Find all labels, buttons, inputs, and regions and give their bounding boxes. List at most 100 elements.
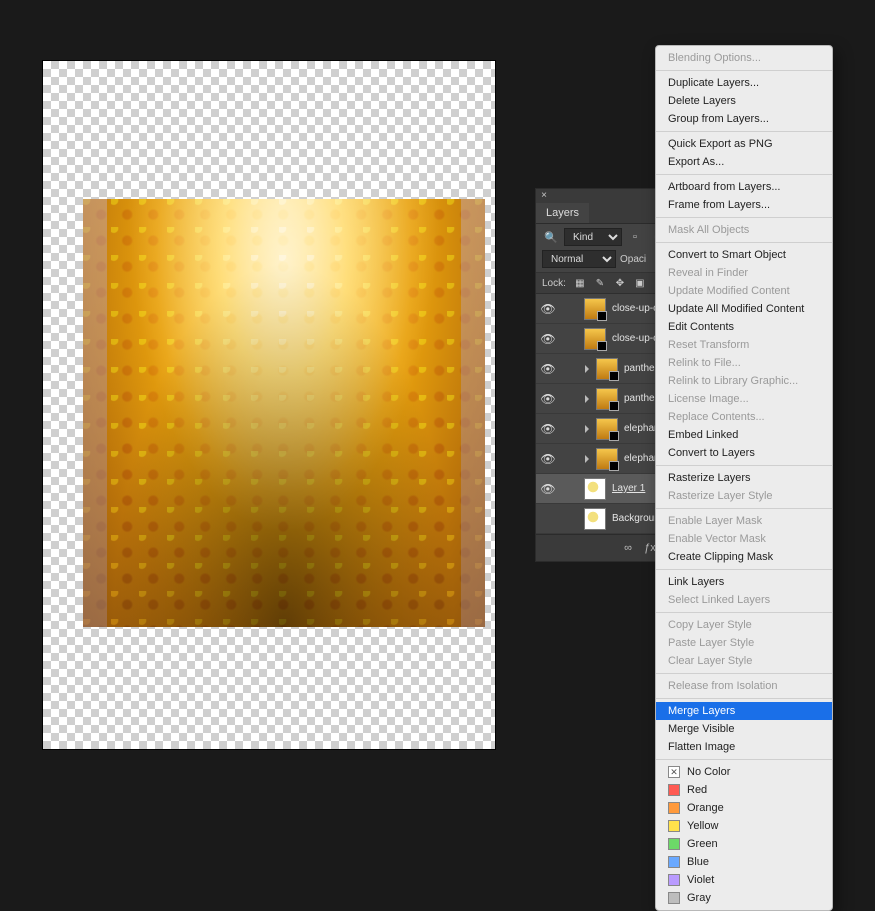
color-swatch [668, 820, 680, 832]
visibility-toggle[interactable]: 👁 [540, 482, 556, 496]
menu-color-item[interactable]: Violet [656, 871, 832, 889]
lock-transparency-icon[interactable]: ▦ [572, 275, 588, 291]
document-canvas[interactable] [42, 60, 496, 750]
color-label: Yellow [687, 819, 718, 833]
lock-label: Lock: [542, 278, 566, 289]
menu-item: Reveal in Finder [656, 264, 832, 282]
layer-context-menu: Blending Options... Duplicate Layers...De… [655, 45, 833, 911]
menu-item: Enable Layer Mask [656, 512, 832, 530]
menu-item: Relink to File... [656, 354, 832, 372]
color-label: Green [687, 837, 718, 851]
menu-item: Blending Options... [656, 49, 832, 67]
menu-item[interactable]: Update All Modified Content [656, 300, 832, 318]
menu-item[interactable]: Convert to Smart Object [656, 246, 832, 264]
layer-thumbnail[interactable] [584, 508, 606, 530]
menu-item[interactable]: Create Clipping Mask [656, 548, 832, 566]
filter-kind-select[interactable]: Kind [564, 228, 622, 246]
layer-thumbnail[interactable] [596, 358, 618, 380]
visibility-toggle[interactable]: 👁 [540, 392, 556, 406]
menu-separator [656, 242, 832, 243]
menu-separator [656, 70, 832, 71]
artwork-edge-left [83, 199, 107, 627]
color-label: No Color [687, 765, 730, 779]
menu-item: Mask All Objects [656, 221, 832, 239]
menu-color-item[interactable]: Orange [656, 799, 832, 817]
menu-item: Enable Vector Mask [656, 530, 832, 548]
menu-item: License Image... [656, 390, 832, 408]
artwork-edge-right [461, 199, 485, 627]
tab-layers[interactable]: Layers [536, 203, 589, 223]
kind-filter-pixel-icon[interactable]: ▫ [626, 228, 644, 246]
menu-color-item[interactable]: Blue [656, 853, 832, 871]
link-layers-icon[interactable]: ∞ [620, 540, 636, 556]
menu-separator [656, 465, 832, 466]
layer-thumbnail[interactable] [596, 388, 618, 410]
color-swatch [668, 802, 680, 814]
color-label: Blue [687, 855, 709, 869]
color-swatch [668, 766, 680, 778]
visibility-toggle[interactable]: 👁 [540, 362, 556, 376]
color-label: Gray [687, 891, 711, 905]
menu-item[interactable]: Rasterize Layers [656, 469, 832, 487]
menu-separator [656, 131, 832, 132]
color-label: Orange [687, 801, 724, 815]
visibility-toggle[interactable]: 👁 [540, 302, 556, 316]
menu-item: Release from Isolation [656, 677, 832, 695]
menu-item[interactable]: Flatten Image [656, 738, 832, 756]
color-label: Violet [687, 873, 714, 887]
menu-separator [656, 759, 832, 760]
menu-separator [656, 174, 832, 175]
lock-artboard-icon[interactable]: ▣ [632, 275, 648, 291]
visibility-toggle[interactable]: 👁 [540, 332, 556, 346]
layer-thumbnail[interactable] [596, 418, 618, 440]
layer-thumbnail[interactable] [584, 478, 606, 500]
visibility-toggle[interactable]: 👁 [540, 452, 556, 466]
menu-separator [656, 569, 832, 570]
menu-item[interactable]: Embed Linked [656, 426, 832, 444]
menu-separator [656, 508, 832, 509]
menu-item[interactable]: Edit Contents [656, 318, 832, 336]
menu-item[interactable]: Quick Export as PNG [656, 135, 832, 153]
visibility-toggle[interactable]: 👁 [540, 422, 556, 436]
menu-item[interactable]: Group from Layers... [656, 110, 832, 128]
menu-item: Clear Layer Style [656, 652, 832, 670]
color-swatch [668, 856, 680, 868]
menu-color-item[interactable]: Yellow [656, 817, 832, 835]
menu-item: Select Linked Layers [656, 591, 832, 609]
menu-separator [656, 698, 832, 699]
menu-item[interactable]: Convert to Layers [656, 444, 832, 462]
menu-separator [656, 217, 832, 218]
lock-position-icon[interactable]: ✥ [612, 275, 628, 291]
menu-color-item[interactable]: Green [656, 835, 832, 853]
menu-item[interactable]: Artboard from Layers... [656, 178, 832, 196]
menu-color-item[interactable]: Gray [656, 889, 832, 907]
layer-thumbnail[interactable] [584, 328, 606, 350]
menu-color-item[interactable]: No Color [656, 763, 832, 781]
close-icon[interactable]: × [539, 191, 549, 201]
opacity-label: Opaci [620, 254, 646, 265]
color-swatch [668, 784, 680, 796]
menu-item: Rasterize Layer Style [656, 487, 832, 505]
layer-thumbnail[interactable] [584, 298, 606, 320]
artwork-image [83, 199, 485, 627]
menu-item[interactable]: Duplicate Layers... [656, 74, 832, 92]
color-swatch [668, 874, 680, 886]
search-icon: 🔍 [542, 228, 560, 246]
menu-item: Paste Layer Style [656, 634, 832, 652]
menu-item[interactable]: Delete Layers [656, 92, 832, 110]
menu-item: Reset Transform [656, 336, 832, 354]
menu-item[interactable]: Link Layers [656, 573, 832, 591]
menu-item[interactable]: Export As... [656, 153, 832, 171]
layer-thumbnail[interactable] [596, 448, 618, 470]
menu-item: Replace Contents... [656, 408, 832, 426]
blend-mode-select[interactable]: Normal [542, 250, 616, 268]
menu-item[interactable]: Merge Visible [656, 720, 832, 738]
menu-item: Update Modified Content [656, 282, 832, 300]
lock-pixels-icon[interactable]: ✎ [592, 275, 608, 291]
color-swatch [668, 838, 680, 850]
menu-item[interactable]: Frame from Layers... [656, 196, 832, 214]
menu-color-item[interactable]: Red [656, 781, 832, 799]
menu-item[interactable]: Merge Layers [656, 702, 832, 720]
menu-item: Copy Layer Style [656, 616, 832, 634]
menu-item: Relink to Library Graphic... [656, 372, 832, 390]
